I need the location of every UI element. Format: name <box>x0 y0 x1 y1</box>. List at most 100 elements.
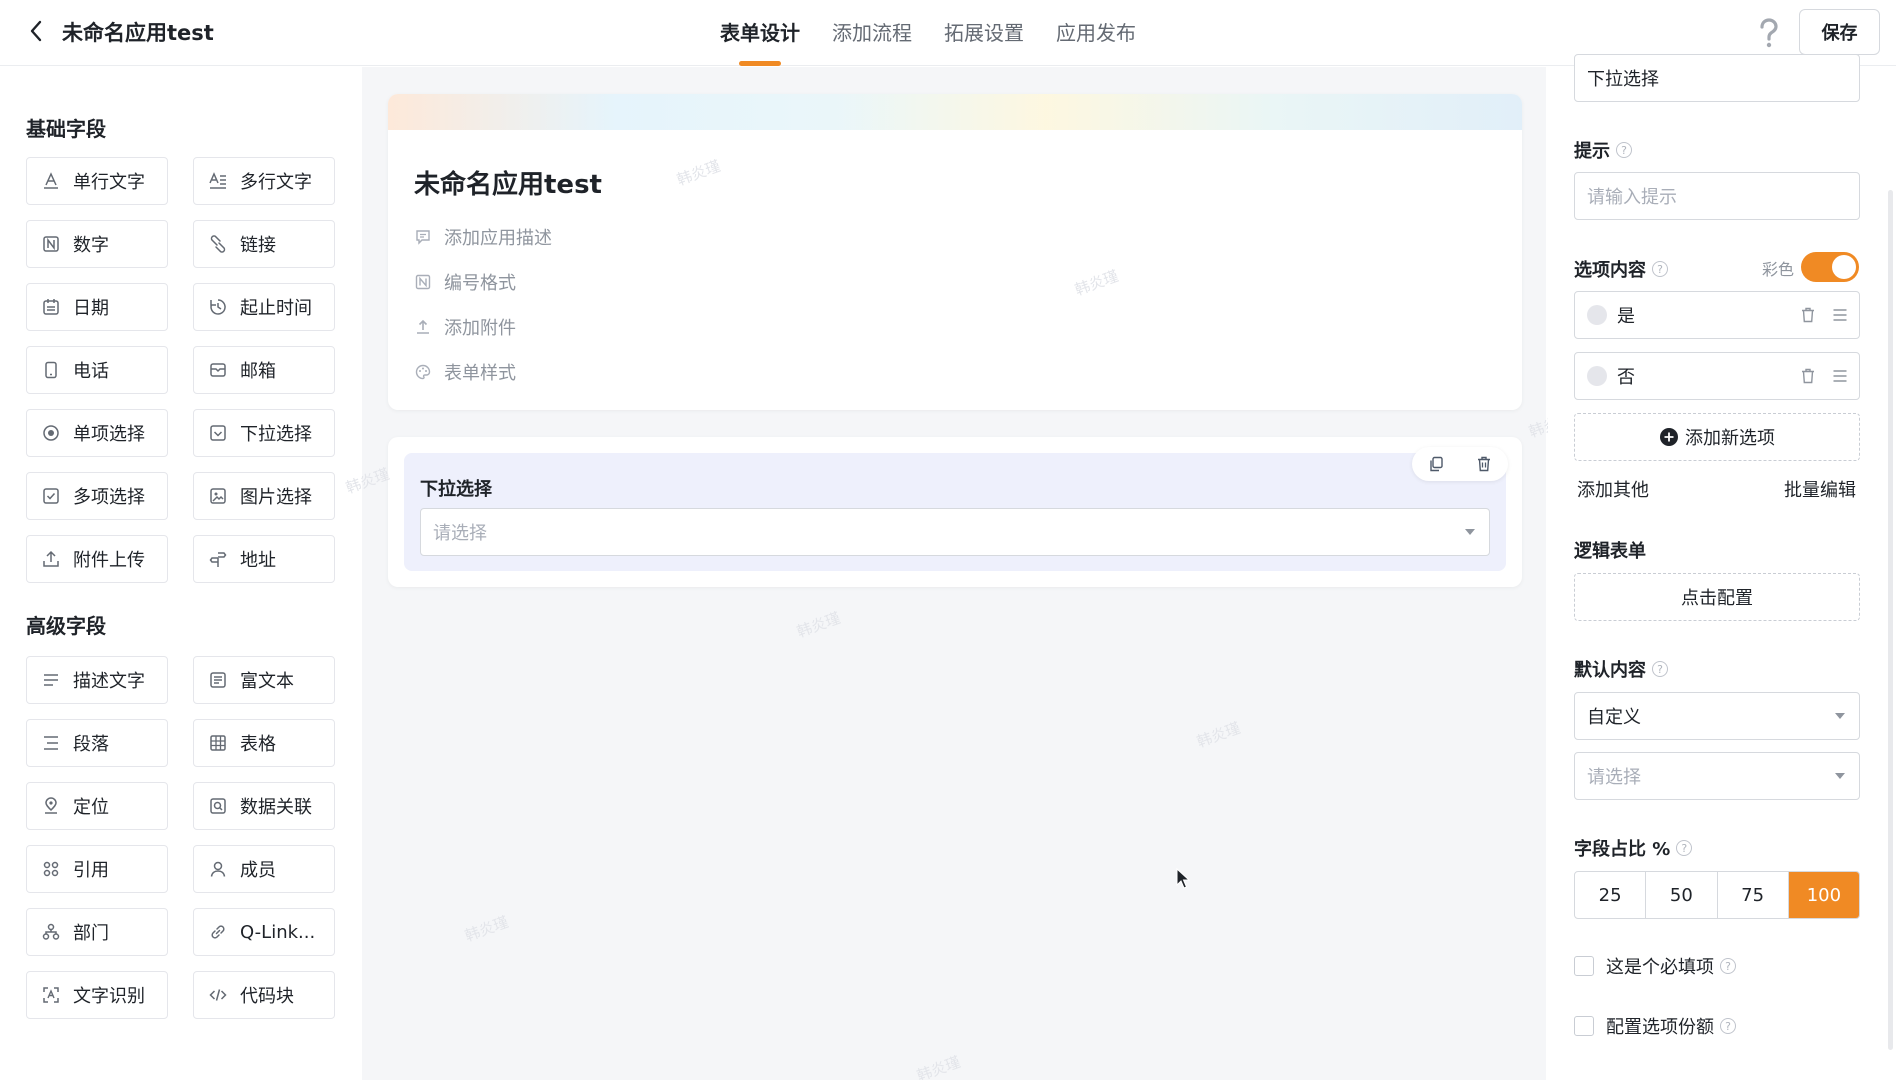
field-number[interactable]: 数字 <box>26 220 168 268</box>
hint-label: 提示? <box>1574 137 1632 163</box>
field-table[interactable]: 表格 <box>193 719 335 767</box>
default-value-select[interactable]: 请选择 <box>1574 752 1860 800</box>
toggle-knob <box>1832 255 1856 279</box>
field-single-line-text[interactable]: 单行文字 <box>26 157 168 205</box>
question-circle-icon[interactable]: ? <box>1616 142 1632 158</box>
default-mode-select[interactable]: 自定义 <box>1574 692 1860 740</box>
caret-down-icon <box>1465 529 1475 535</box>
drag-handle-icon[interactable] <box>1827 363 1853 389</box>
add-option-button[interactable]: 添加新选项 <box>1574 413 1860 461</box>
width-option-25[interactable]: 25 <box>1575 872 1647 918</box>
option-color-dot[interactable] <box>1587 366 1607 386</box>
number-format-icon <box>414 273 432 291</box>
logic-config-button[interactable]: 点击配置 <box>1574 573 1860 621</box>
form-title[interactable]: 未命名应用test <box>414 164 602 201</box>
question-circle-icon[interactable]: ? <box>1676 840 1693 856</box>
tab-form-design[interactable]: 表单设计 <box>720 0 800 66</box>
field-multi-line-text[interactable]: 多行文字 <box>193 157 335 205</box>
field-email[interactable]: 邮箱 <box>193 346 335 394</box>
field-address[interactable]: 地址 <box>193 535 335 583</box>
question-circle-icon[interactable]: ? <box>1720 1018 1736 1034</box>
field-width-selector: 25 50 75 100 <box>1574 871 1860 919</box>
field-description[interactable]: 描述文字 <box>26 656 168 704</box>
main-tabs: 表单设计 添加流程 拓展设置 应用发布 <box>720 0 1168 66</box>
bulk-edit-link[interactable]: 批量编辑 <box>1784 476 1856 502</box>
description-icon <box>41 670 61 690</box>
help-icon[interactable] <box>1754 16 1784 50</box>
field-title-input[interactable]: 下拉选择 <box>1574 54 1860 102</box>
caret-down-icon <box>1835 713 1845 719</box>
option-color-dot[interactable] <box>1587 305 1607 325</box>
caret-down-icon <box>1835 773 1845 779</box>
add-other-link[interactable]: 添加其他 <box>1577 476 1649 502</box>
field-qlink[interactable]: Q-Link... <box>193 908 335 956</box>
field-dropdown-preview[interactable]: 请选择 <box>420 508 1490 556</box>
form-field-card: 下拉选择 请选择 <box>388 437 1522 587</box>
add-description-link[interactable]: 添加应用描述 <box>414 224 552 250</box>
option-text[interactable]: 是 <box>1617 302 1795 328</box>
multi-line-text-icon <box>208 171 228 191</box>
rich-text-icon <box>208 670 228 690</box>
time-range-icon <box>208 297 228 317</box>
field-location[interactable]: 定位 <box>26 782 168 830</box>
field-date[interactable]: 日期 <box>26 283 168 331</box>
question-circle-icon[interactable]: ? <box>1652 661 1668 677</box>
default-content-label: 默认内容? <box>1574 656 1668 682</box>
width-option-75[interactable]: 75 <box>1718 872 1789 918</box>
field-member[interactable]: 成员 <box>193 845 335 893</box>
option-row: 否 <box>1574 352 1860 400</box>
department-icon <box>41 922 61 942</box>
add-attachment-link[interactable]: 添加附件 <box>414 314 516 340</box>
required-checkbox[interactable] <box>1574 956 1594 976</box>
width-option-100[interactable]: 100 <box>1788 872 1859 918</box>
question-circle-icon[interactable]: ? <box>1720 958 1736 974</box>
location-icon <box>41 796 61 816</box>
trash-icon[interactable] <box>1795 363 1821 389</box>
field-time-range[interactable]: 起止时间 <box>193 283 335 331</box>
checkbox-icon <box>41 486 61 506</box>
tab-app-publish[interactable]: 应用发布 <box>1056 0 1136 66</box>
palette-icon <box>414 363 432 381</box>
field-label: 下拉选择 <box>420 479 492 500</box>
tab-add-process[interactable]: 添加流程 <box>832 0 912 66</box>
field-phone[interactable]: 电话 <box>26 346 168 394</box>
back-button[interactable] <box>22 18 50 48</box>
drag-handle-icon[interactable] <box>1827 302 1853 328</box>
form-style-link[interactable]: 表单样式 <box>414 359 516 385</box>
field-paragraph[interactable]: 段落 <box>26 719 168 767</box>
quota-checkbox-row: 配置选项份额 ? <box>1574 1013 1736 1039</box>
panel-scrollbar[interactable] <box>1888 190 1893 1050</box>
phone-icon <box>41 360 61 380</box>
field-reference[interactable]: 引用 <box>26 845 168 893</box>
field-code-block[interactable]: 代码块 <box>193 971 335 1019</box>
reference-icon <box>41 859 61 879</box>
color-toggle[interactable] <box>1801 252 1859 282</box>
app-title: 未命名应用test <box>62 21 214 45</box>
hint-input[interactable]: 请输入提示 <box>1574 172 1860 220</box>
question-circle-icon[interactable]: ? <box>1652 261 1668 277</box>
selected-field-dropdown[interactable]: 下拉选择 请选择 <box>404 447 1508 571</box>
delete-field-icon[interactable] <box>1469 449 1499 479</box>
field-dropdown[interactable]: 下拉选择 <box>193 409 335 457</box>
save-button[interactable]: 保存 <box>1799 9 1880 55</box>
field-image-select[interactable]: 图片选择 <box>193 472 335 520</box>
field-multi-select[interactable]: 多项选择 <box>26 472 168 520</box>
trash-icon[interactable] <box>1795 302 1821 328</box>
field-department[interactable]: 部门 <box>26 908 168 956</box>
options-label: 选项内容? <box>1574 256 1668 282</box>
field-ocr[interactable]: 文字识别 <box>26 971 168 1019</box>
paragraph-icon <box>41 733 61 753</box>
attachment-upload-icon <box>414 318 432 336</box>
field-link[interactable]: 链接 <box>193 220 335 268</box>
number-format-link[interactable]: 编号格式 <box>414 269 516 295</box>
copy-field-icon[interactable] <box>1421 449 1451 479</box>
field-data-link[interactable]: 数据关联 <box>193 782 335 830</box>
image-icon <box>208 486 228 506</box>
field-rich-text[interactable]: 富文本 <box>193 656 335 704</box>
tab-extension-settings[interactable]: 拓展设置 <box>944 0 1024 66</box>
option-text[interactable]: 否 <box>1617 363 1795 389</box>
quota-checkbox[interactable] <box>1574 1016 1594 1036</box>
field-radio[interactable]: 单项选择 <box>26 409 168 457</box>
width-option-50[interactable]: 50 <box>1646 872 1718 918</box>
field-upload[interactable]: 附件上传 <box>26 535 168 583</box>
